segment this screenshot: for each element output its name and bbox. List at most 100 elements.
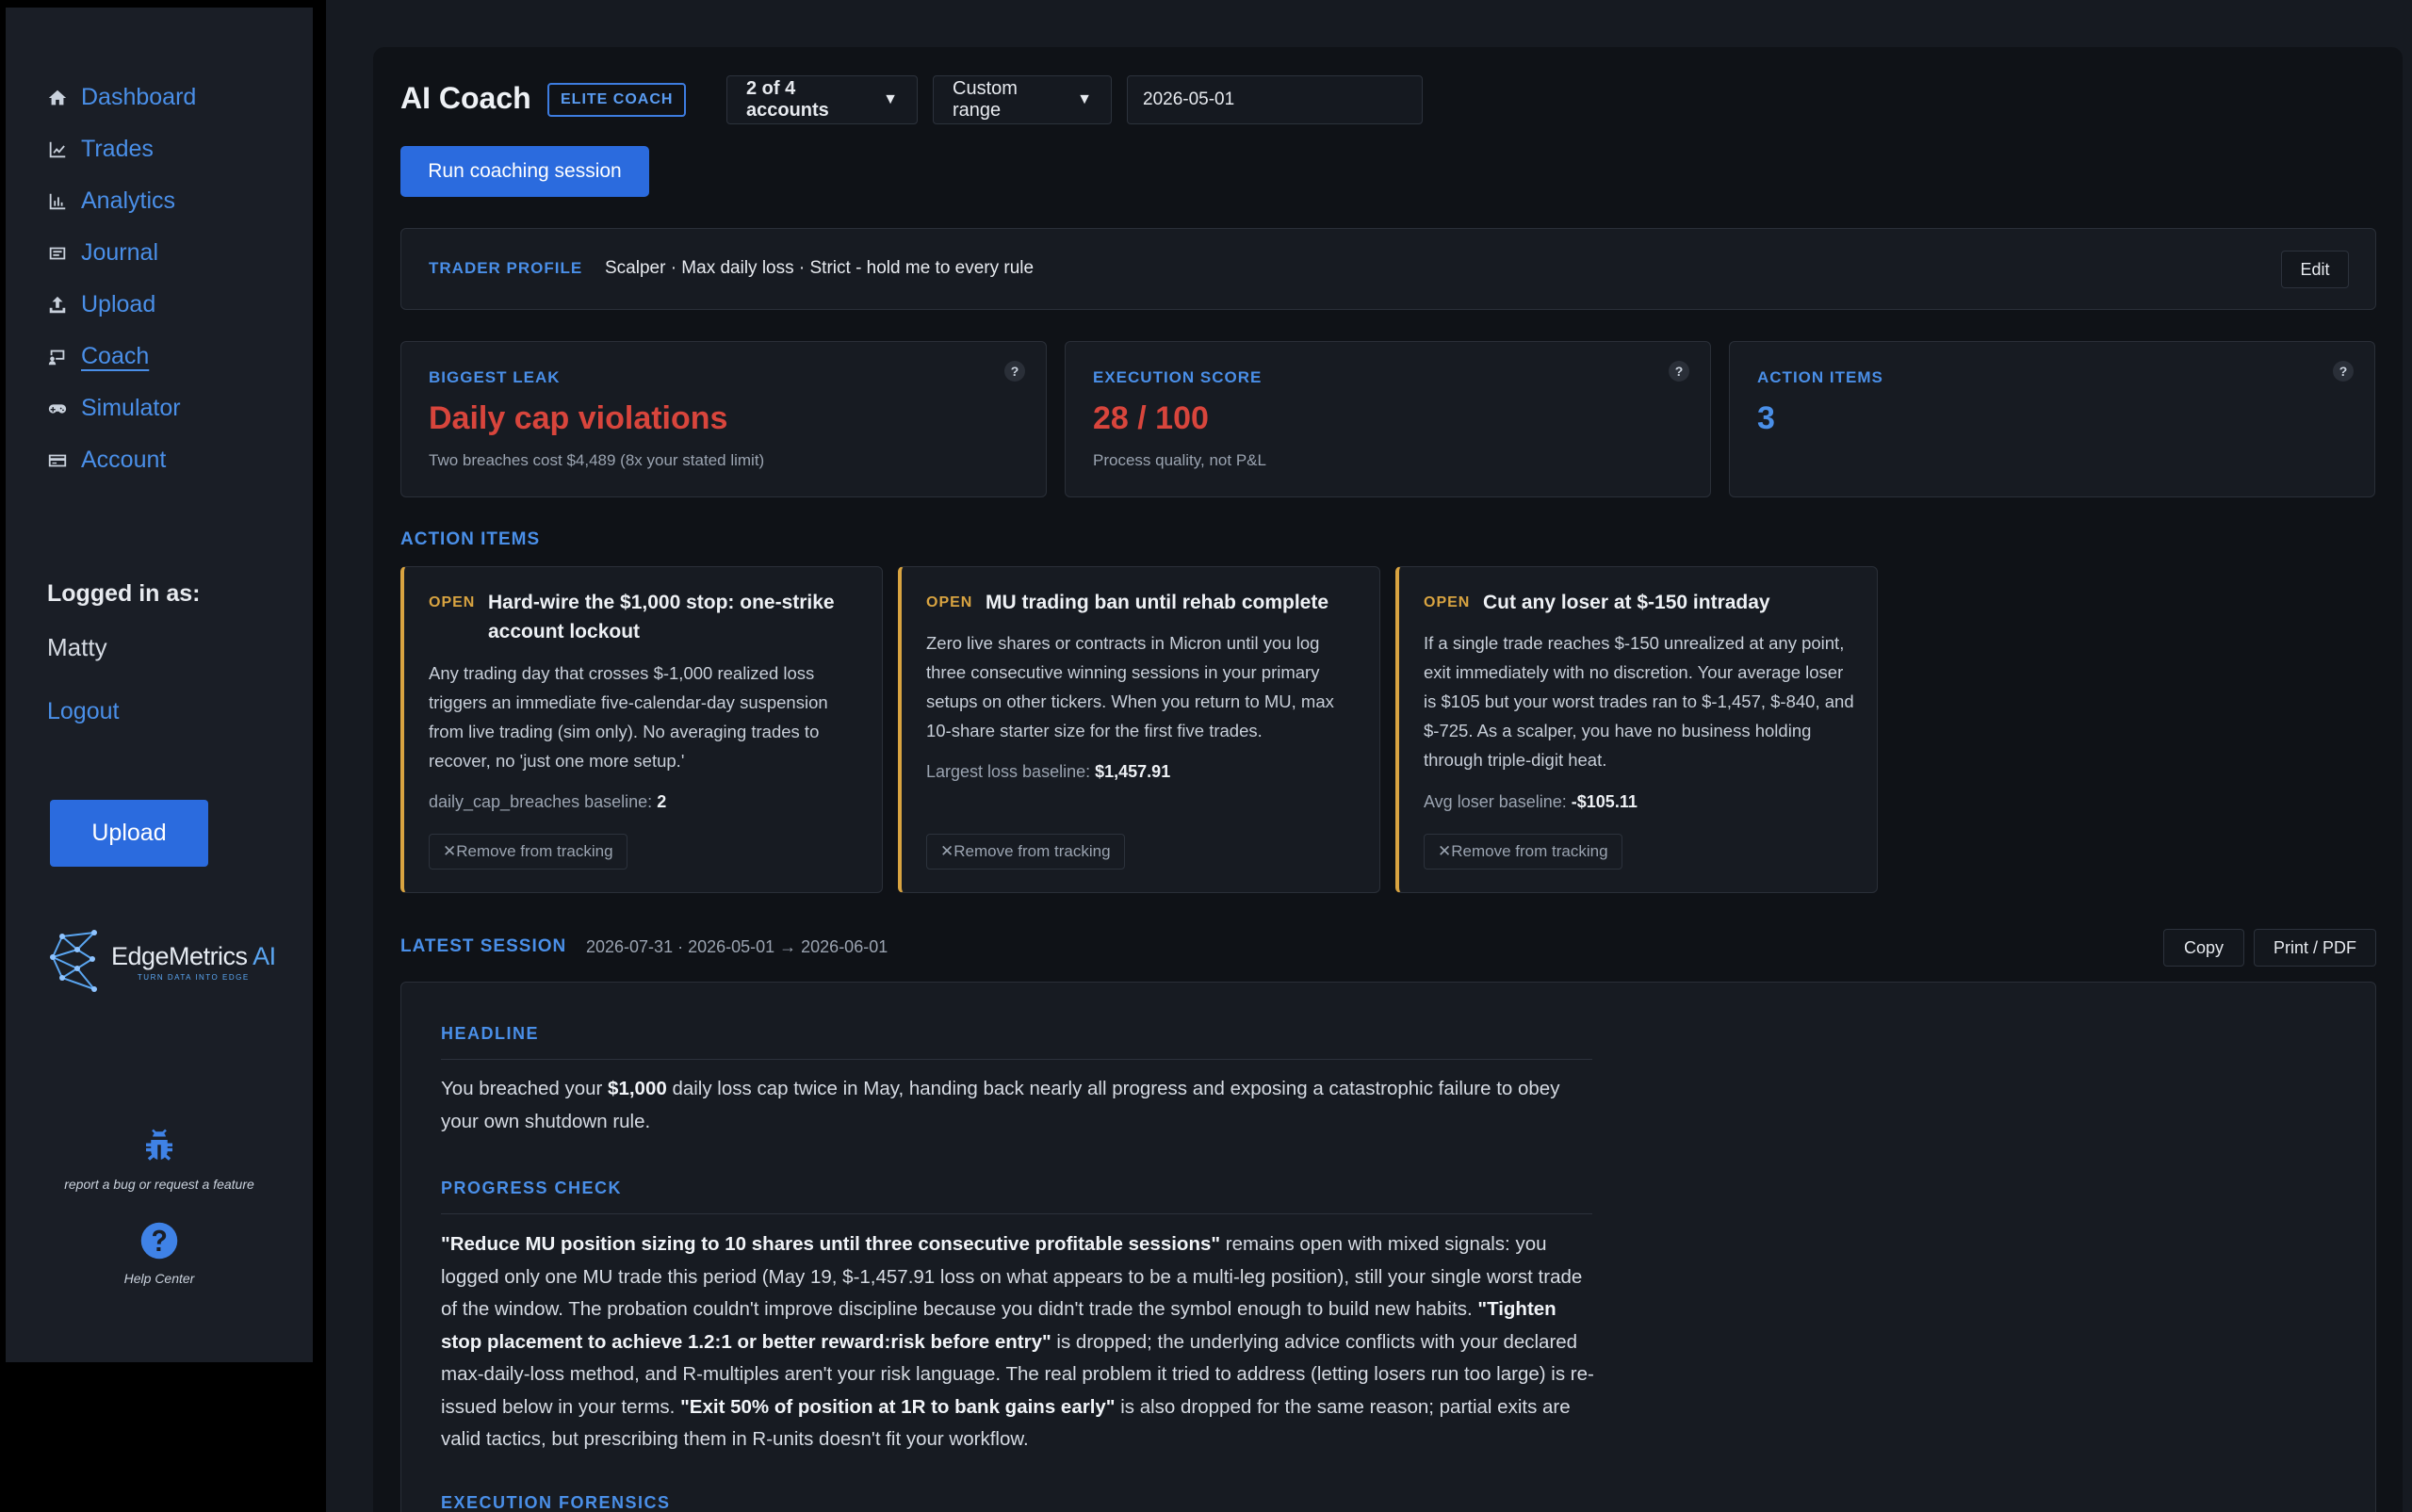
caret-down-icon: ▼ (883, 91, 898, 107)
action-item-baseline: Avg loser baseline: -$105.11 (1424, 792, 1638, 812)
brand-ai: AI (253, 942, 276, 970)
remove-from-tracking-button[interactable]: ✕Remove from tracking (429, 834, 627, 870)
question-icon[interactable]: ? (1004, 361, 1025, 382)
baseline-label: daily_cap_breaches baseline: (429, 792, 653, 811)
logout-link[interactable]: Logout (47, 698, 119, 725)
metric-value: 3 (1757, 400, 1775, 436)
headline-text-bold: $1,000 (608, 1078, 667, 1099)
sidebar-item-journal[interactable]: Journal (47, 227, 196, 279)
sidebar-item-coach[interactable]: Coach (47, 331, 196, 382)
progress-check-label: PROGRESS CHECK (441, 1179, 623, 1197)
remove-label: Remove from tracking (953, 842, 1111, 860)
action-item-title: MU trading ban until rehab complete (986, 592, 1329, 613)
sidebar-upload-button[interactable]: Upload (50, 800, 208, 867)
remove-label: Remove from tracking (1451, 842, 1608, 860)
metric-label: ACTION ITEMS (1757, 368, 1883, 386)
run-coaching-session-button[interactable]: Run coaching session (400, 146, 649, 197)
progress-item-bold: "Exit 50% of position at 1R to bank gain… (680, 1395, 1116, 1418)
sidebar-item-account[interactable]: Account (47, 434, 196, 486)
elite-coach-badge: ELITE COACH (547, 83, 687, 117)
sidebar-item-trades[interactable]: Trades (47, 123, 196, 175)
trader-profile-card: TRADER PROFILE Scalper · Max daily loss … (400, 228, 2376, 310)
sidebar-item-label: Simulator (81, 395, 181, 421)
brand-logo: EdgeMetrics AI TURN DATA INTO EDGE (49, 929, 276, 995)
status-badge: OPEN (1424, 594, 1471, 610)
close-icon: ✕ (940, 842, 954, 860)
home-icon (48, 89, 67, 105)
headline-text: You breached your $1,000 daily loss cap … (441, 1073, 1600, 1138)
help-circle-icon (140, 1222, 178, 1260)
accounts-select-value: 2 of 4 accounts (746, 78, 829, 121)
question-icon[interactable]: ? (2333, 361, 2354, 382)
edit-profile-button[interactable]: Edit (2281, 251, 2349, 288)
action-item-card: OPEN Cut any loser at $-150 intraday If … (1395, 566, 1878, 893)
action-item-body: If a single trade reaches $-150 unrealiz… (1424, 633, 1854, 770)
sidebar-nav: Dashboard Trades Analytics Journal Uploa… (47, 72, 196, 486)
action-item-body: Any trading day that crosses $-1,000 rea… (429, 663, 828, 771)
headline-text-part: You breached your (441, 1078, 609, 1099)
copy-button[interactable]: Copy (2163, 929, 2244, 967)
bar-chart-icon (49, 193, 66, 209)
sidebar-item-label: Upload (81, 291, 156, 317)
sidebar-item-label: Coach (81, 343, 150, 369)
baseline-label: Avg loser baseline: (1424, 792, 1567, 811)
metric-value: Daily cap violations (429, 400, 728, 436)
status-badge: OPEN (926, 594, 973, 610)
remove-from-tracking-button[interactable]: ✕Remove from tracking (1424, 834, 1622, 870)
sidebar-item-label: Analytics (81, 187, 176, 214)
range-select[interactable]: Custom range ▼ (933, 75, 1112, 124)
brand-tagline: TURN DATA INTO EDGE (137, 973, 250, 982)
caret-down-icon: ▼ (1077, 91, 1092, 107)
progress-check-text: "Reduce MU position sizing to 10 shares … (441, 1228, 1600, 1456)
baseline-value: 2 (657, 792, 667, 811)
sidebar-item-label: Trades (81, 136, 154, 162)
print-pdf-button[interactable]: Print / PDF (2254, 929, 2376, 967)
sidebar: Dashboard Trades Analytics Journal Uploa… (6, 8, 313, 1362)
start-date-input[interactable] (1127, 75, 1423, 124)
sidebar-item-analytics[interactable]: Analytics (47, 175, 196, 227)
action-item-card: OPEN MU trading ban until rehab complete… (898, 566, 1380, 893)
action-item-title: Hard-wire the $1,000 stop: one-strike ac… (488, 592, 835, 642)
latest-session-card: HEADLINE You breached your $1,000 daily … (400, 982, 2376, 1512)
progress-item-bold: "Reduce MU position sizing to 10 shares … (441, 1233, 1221, 1255)
page-title: AI Coach (400, 81, 531, 115)
metric-card-execution-score: EXECUTION SCORE 28 / 100 Process quality… (1065, 341, 1711, 497)
remove-from-tracking-button[interactable]: ✕Remove from tracking (926, 834, 1125, 870)
bug-icon (146, 1129, 172, 1161)
headline-label: HEADLINE (441, 1024, 540, 1043)
divider (441, 1213, 1592, 1214)
status-badge: OPEN (429, 594, 476, 610)
help-center-link[interactable]: Help Center (6, 1221, 313, 1286)
action-item-baseline: daily_cap_breaches baseline: 2 (429, 792, 666, 812)
metric-label: EXECUTION SCORE (1093, 368, 1263, 386)
coach-icon (48, 350, 65, 365)
report-bug-text: report a bug or request a feature (64, 1177, 254, 1192)
sidebar-item-dashboard[interactable]: Dashboard (47, 72, 196, 123)
edgemetrics-logo-icon (50, 930, 97, 992)
brand-name: EdgeMetrics (111, 942, 248, 970)
sidebar-item-label: Account (81, 447, 167, 473)
baseline-value: -$105.11 (1571, 792, 1638, 811)
question-icon[interactable]: ? (1669, 361, 1689, 382)
latest-session-heading: LATEST SESSION (400, 936, 567, 956)
journal-icon (49, 247, 66, 259)
sidebar-item-simulator[interactable]: Simulator (47, 382, 196, 434)
trader-profile-value: Scalper · Max daily loss · Strict - hold… (605, 258, 1035, 278)
metric-value: 28 / 100 (1093, 400, 1209, 436)
sidebar-item-upload[interactable]: Upload (47, 279, 196, 331)
user-name: Matty (47, 633, 107, 661)
session-date-range: 2026-07-31 · 2026-05-01 → 2026-06-01 (586, 937, 888, 956)
upload-icon (49, 296, 66, 313)
credit-card-icon (48, 454, 67, 466)
logged-in-label: Logged in as: (47, 580, 201, 607)
action-item-card: OPEN Hard-wire the $1,000 stop: one-stri… (400, 566, 883, 893)
report-bug-link[interactable]: report a bug or request a feature (6, 1127, 313, 1192)
action-item-title: Cut any loser at $-150 intraday (1483, 592, 1770, 613)
metric-subtext: Process quality, not P&L (1093, 451, 1266, 469)
metric-label: BIGGEST LEAK (429, 368, 561, 386)
close-icon: ✕ (1438, 842, 1452, 860)
accounts-select[interactable]: 2 of 4 accounts ▼ (726, 75, 918, 124)
range-select-value: Custom range (953, 78, 1018, 121)
action-item-baseline: Largest loss baseline: $1,457.91 (926, 762, 1170, 782)
line-chart-icon (49, 141, 66, 157)
